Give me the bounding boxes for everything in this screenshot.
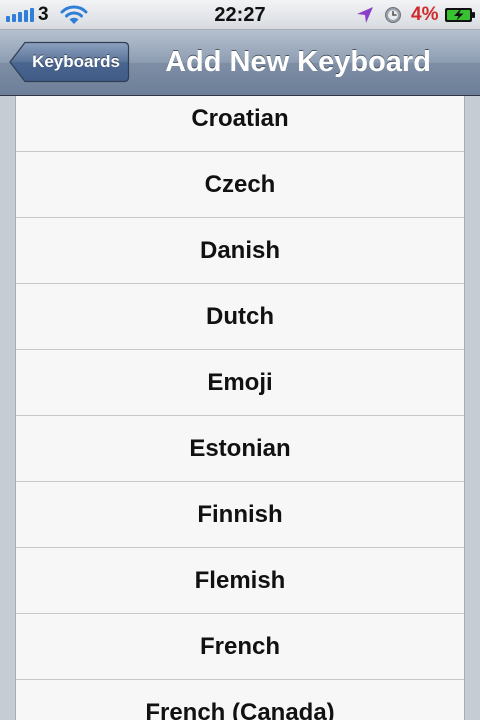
keyboard-option-label: Emoji [207,368,273,396]
back-button-label: Keyboards [32,52,120,71]
keyboard-option[interactable]: Flemish [16,548,464,614]
keyboard-option[interactable]: French (Canada) [16,680,464,720]
keyboard-list-container: Croatian Czech Danish Dutch Emoji Estoni… [0,96,480,720]
keyboard-option-label: Estonian [189,434,291,462]
back-button[interactable]: Keyboards [8,41,130,83]
status-bar: 3 22:27 4% [0,0,480,30]
keyboard-option-label: Croatian [191,104,289,132]
keyboard-option-label: French (Canada) [145,698,335,720]
keyboard-option-label: Czech [204,170,276,198]
navigation-bar: Keyboards Add New Keyboard [0,30,480,96]
keyboard-option-label: Dutch [206,302,274,330]
keyboard-option-label: Flemish [194,566,286,594]
page-title: Add New Keyboard [165,46,431,78]
keyboard-option[interactable]: Emoji [16,350,464,416]
keyboard-option[interactable]: Czech [16,152,464,218]
rotation-lock-icon [385,7,401,23]
keyboard-option[interactable]: Croatian [16,96,464,152]
keyboard-option[interactable]: Estonian [16,416,464,482]
clock: 22:27 [214,4,266,26]
keyboard-option[interactable]: Danish [16,218,464,284]
keyboard-option-label: French [199,632,280,660]
keyboard-option[interactable]: Finnish [16,482,464,548]
keyboard-list: Croatian Czech Danish Dutch Emoji Estoni… [15,96,465,720]
keyboard-option[interactable]: Dutch [16,284,464,350]
battery-percentage: 4% [411,4,439,25]
keyboard-option-label: Finnish [197,500,283,528]
keyboard-option-label: Danish [199,236,280,264]
battery-charging-icon [445,8,475,22]
keyboard-option[interactable]: French [16,614,464,680]
location-arrow-icon [357,7,373,23]
